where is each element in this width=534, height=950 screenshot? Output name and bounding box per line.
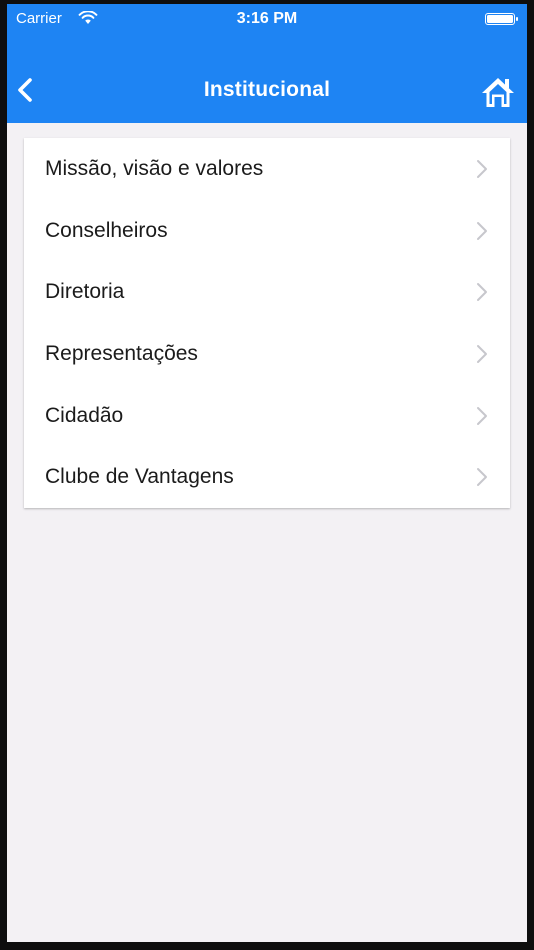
- chevron-right-icon: [477, 344, 487, 363]
- menu-item-conselheiros[interactable]: Conselheiros: [24, 200, 510, 262]
- chevron-right-icon: [477, 159, 487, 178]
- menu-item-label: Representações: [45, 341, 198, 365]
- menu-item-cidadao[interactable]: Cidadão: [24, 385, 510, 447]
- battery-icon: [485, 13, 518, 25]
- navigation-bar: Institucional: [7, 62, 527, 118]
- menu-item-label: Diretoria: [45, 280, 125, 304]
- menu-item-label: Missão, visão e valores: [45, 156, 264, 180]
- menu-item-diretoria[interactable]: Diretoria: [24, 261, 510, 323]
- chevron-right-icon: [477, 468, 487, 487]
- menu-item-label: Cidadão: [45, 403, 124, 427]
- status-time: 3:16 PM: [236, 10, 298, 27]
- app-screen: Carrier 3:16 PM Institucional Missão, vi…: [7, 4, 527, 942]
- menu-item-label: Conselheiros: [45, 218, 168, 242]
- menu-list: Missão, visão e valores Conselheiros Dir…: [24, 138, 510, 509]
- status-bar: Carrier 3:16 PM: [7, 4, 527, 34]
- home-icon[interactable]: [481, 76, 515, 108]
- top-bar: Carrier 3:16 PM Institucional: [7, 4, 527, 123]
- page-title: Institucional: [203, 78, 331, 101]
- menu-item-label: Clube de Vantagens: [45, 465, 234, 489]
- chevron-right-icon: [477, 283, 487, 302]
- menu-item-missao[interactable]: Missão, visão e valores: [24, 138, 510, 200]
- menu-item-representacoes[interactable]: Representações: [24, 323, 510, 385]
- menu-item-clube-de-vantagens[interactable]: Clube de Vantagens: [24, 446, 510, 508]
- chevron-right-icon: [477, 406, 487, 425]
- chevron-right-icon: [477, 221, 487, 240]
